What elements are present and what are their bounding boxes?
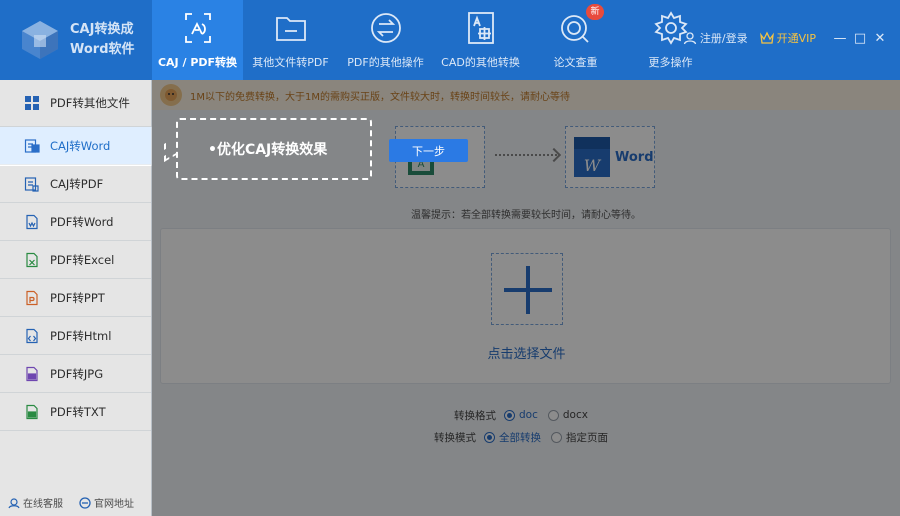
app-logo: CAJ转换成 Word软件 xyxy=(0,0,152,80)
close-button[interactable]: ✕ xyxy=(872,30,888,46)
swap-circle-icon xyxy=(370,13,401,43)
logo-cube-icon xyxy=(22,21,58,59)
login-link[interactable]: 注册/登录 xyxy=(683,30,748,46)
tab-paper-check[interactable]: 新 论文查重 xyxy=(528,0,623,80)
guide-dim-sidebar-bottom xyxy=(0,166,152,516)
vip-label: 开通VIP xyxy=(776,32,816,45)
tab-other-to-pdf[interactable]: 其他文件转PDF xyxy=(243,0,338,80)
tab-label: 其他文件转PDF xyxy=(252,56,329,69)
user-icon xyxy=(683,32,697,45)
tab-pdf-other-ops[interactable]: PDF的其他操作 xyxy=(338,0,433,80)
guide-tooltip: •优化CAJ转换效果 xyxy=(176,118,372,180)
caj-pdf-convert-icon xyxy=(184,13,211,43)
vip-link[interactable]: 开通VIP xyxy=(759,30,816,46)
main-tabs: CAJ / PDF转换 其他文件转PDF PDF的其他操作 CAD的其他转换 新… xyxy=(152,0,718,80)
cad-document-icon xyxy=(467,12,494,44)
folder-icon xyxy=(275,17,306,41)
app-title-line2: Word软件 xyxy=(70,42,135,57)
tab-caj-pdf[interactable]: CAJ / PDF转换 xyxy=(152,0,243,80)
tab-label: 论文查重 xyxy=(553,56,598,69)
maximize-button[interactable]: □ xyxy=(852,30,868,46)
tab-label: CAJ / PDF转换 xyxy=(157,56,238,69)
login-label: 注册/登录 xyxy=(699,32,748,45)
header-right: 注册/登录 开通VIP — □ ✕ xyxy=(683,30,888,46)
app-title: CAJ转换成 Word软件 xyxy=(70,20,135,60)
guide-dim-sidebar-top xyxy=(0,80,152,127)
guide-text: •优化CAJ转换效果 xyxy=(208,142,328,158)
sidebar-item-caj-word[interactable]: CAJ转Word xyxy=(0,127,151,165)
tab-label: PDF的其他操作 xyxy=(347,56,424,69)
next-step-button[interactable]: 下一步 xyxy=(389,139,468,162)
app-title-line1: CAJ转换成 xyxy=(70,22,134,37)
tab-label: CAD的其他转换 xyxy=(441,56,520,69)
app-header: CAJ转换成 Word软件 CAJ / PDF转换 其他文件转PDF PDF的其… xyxy=(0,0,900,80)
caj-word-icon xyxy=(24,138,40,153)
tab-cad-convert[interactable]: CAD的其他转换 xyxy=(433,0,528,80)
crown-icon xyxy=(759,31,774,44)
sidebar-item-label: CAJ转Word xyxy=(50,138,111,153)
new-badge: 新 xyxy=(586,4,604,20)
tab-label: 更多操作 xyxy=(648,56,693,69)
minimize-button[interactable]: — xyxy=(832,30,848,46)
